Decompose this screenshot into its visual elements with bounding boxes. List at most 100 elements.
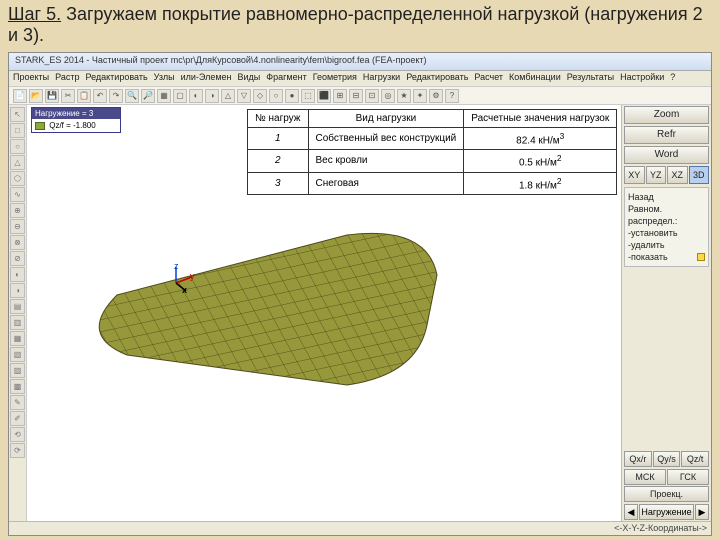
gsk-button[interactable]: ГСК xyxy=(667,469,709,485)
tool-button[interactable]: ⟳ xyxy=(10,443,25,458)
toolbar-button[interactable]: 📂 xyxy=(29,89,43,103)
statusbar: <-X-Y-Z-Координаты-> xyxy=(9,521,711,535)
menu-item[interactable]: Редактировать xyxy=(85,72,147,85)
load-ops-panel: Назад Равном. распредел.: -установить -у… xyxy=(624,187,709,267)
qy-button[interactable]: Qy/s xyxy=(653,451,681,467)
zoom-button[interactable]: Zoom xyxy=(624,106,709,124)
set-load-link[interactable]: -установить xyxy=(628,227,705,239)
tool-button[interactable]: ▦ xyxy=(10,331,25,346)
left-toolbox: ↖□○△⬡∿⊕⊖⊗⊘◐◑▤▥▦▧▨▩✎✐⟲⟳ xyxy=(9,105,27,521)
toolbar-button[interactable]: ▢ xyxy=(173,89,187,103)
toolbar-button[interactable]: ↶ xyxy=(93,89,107,103)
legend-swatch-icon xyxy=(35,122,45,130)
qx-button[interactable]: Qx/r xyxy=(624,451,652,467)
menu-item[interactable]: или-Элемен xyxy=(181,72,232,85)
show-load-link[interactable]: -показать xyxy=(628,251,705,263)
menu-item[interactable]: Результаты xyxy=(567,72,614,85)
toolbar-button[interactable]: ? xyxy=(445,89,459,103)
step-text: Загружаем покрытие равномерно-распределе… xyxy=(8,4,703,45)
back-link[interactable]: Назад xyxy=(628,191,705,203)
toolbar-button[interactable]: ◑ xyxy=(205,89,219,103)
view-yz-button[interactable]: YZ xyxy=(646,166,667,184)
toolbar-button[interactable]: ⊡ xyxy=(365,89,379,103)
tool-button[interactable]: ∿ xyxy=(10,187,25,202)
toolbar-button[interactable]: ▦ xyxy=(157,89,171,103)
toolbar-button[interactable]: ↷ xyxy=(109,89,123,103)
toolbar-button[interactable]: ◇ xyxy=(253,89,267,103)
tool-button[interactable]: ▥ xyxy=(10,315,25,330)
menu-item[interactable]: Настройки xyxy=(620,72,664,85)
toolbar-button[interactable]: ○ xyxy=(269,89,283,103)
tool-button[interactable]: ○ xyxy=(10,139,25,154)
toolbar-button[interactable]: ⊟ xyxy=(349,89,363,103)
mesh-model xyxy=(67,215,487,435)
msk-button[interactable]: МСК xyxy=(624,469,666,485)
tool-button[interactable]: ▩ xyxy=(10,379,25,394)
menu-item[interactable]: Редактировать xyxy=(406,72,468,85)
toolbar-button[interactable]: ◐ xyxy=(189,89,203,103)
delete-load-link[interactable]: -удалить xyxy=(628,239,705,251)
menu-item[interactable]: Проекты xyxy=(13,72,49,85)
menu-item[interactable]: Геометрия xyxy=(313,72,357,85)
tool-button[interactable]: ▧ xyxy=(10,347,25,362)
tool-button[interactable]: ⊖ xyxy=(10,219,25,234)
menu-item[interactable]: Узлы xyxy=(154,72,175,85)
canvas-area[interactable]: Нагружение = 3 Qz/f = -1.800 № нагруж Ви… xyxy=(27,105,621,521)
tool-button[interactable]: ◑ xyxy=(10,283,25,298)
refresh-button[interactable]: Refr xyxy=(624,126,709,144)
toolbar-button[interactable]: 🔎 xyxy=(141,89,155,103)
tool-button[interactable]: ✐ xyxy=(10,411,25,426)
menu-item[interactable]: Фрагмент xyxy=(266,72,306,85)
toolbar-button[interactable]: ● xyxy=(285,89,299,103)
step-prefix: Шаг 5. xyxy=(8,4,61,24)
table-row: 2Вес кровли0.5 кН/м2 xyxy=(248,150,617,172)
tool-button[interactable]: ↖ xyxy=(10,107,25,122)
view-xy-button[interactable]: XY xyxy=(624,166,645,184)
toolbar-button[interactable]: 📋 xyxy=(77,89,91,103)
toolbar-button[interactable]: △ xyxy=(221,89,235,103)
workspace: ↖□○△⬡∿⊕⊖⊗⊘◐◑▤▥▦▧▨▩✎✐⟲⟳ Нагружение = 3 Qz… xyxy=(9,105,711,521)
toolbar-button[interactable]: ★ xyxy=(397,89,411,103)
toolbar-button[interactable]: ⚙ xyxy=(429,89,443,103)
toolbar-button[interactable]: ✦ xyxy=(413,89,427,103)
toolbar-button[interactable]: ✂ xyxy=(61,89,75,103)
prev-loadcase-button[interactable]: ◀ xyxy=(624,504,638,520)
toolbar-button[interactable]: ◎ xyxy=(381,89,395,103)
toolbar-button[interactable]: ⊞ xyxy=(333,89,347,103)
tool-button[interactable]: ✎ xyxy=(10,395,25,410)
toolbar-button[interactable]: 📄 xyxy=(13,89,27,103)
loadcase-label[interactable]: Нагружение 3 xyxy=(639,504,694,520)
menu-item[interactable]: Расчет xyxy=(474,72,503,85)
tool-button[interactable]: ▨ xyxy=(10,363,25,378)
tool-button[interactable]: ⬡ xyxy=(10,171,25,186)
tool-button[interactable]: △ xyxy=(10,155,25,170)
qz-button[interactable]: Qz/t xyxy=(681,451,709,467)
proj-button[interactable]: Проекц. xyxy=(624,486,709,502)
word-button[interactable]: Word xyxy=(624,146,709,164)
view-3d-button[interactable]: 3D xyxy=(689,166,710,184)
tool-button[interactable]: ⟲ xyxy=(10,427,25,442)
menu-item[interactable]: Растр xyxy=(55,72,79,85)
toolbar-button[interactable]: ⬛ xyxy=(317,89,331,103)
toolbar-button[interactable]: 🔍 xyxy=(125,89,139,103)
view-xz-button[interactable]: XZ xyxy=(667,166,688,184)
menu-item[interactable]: Комбинации xyxy=(509,72,561,85)
tool-button[interactable]: ⊗ xyxy=(10,235,25,250)
tool-button[interactable]: ⊘ xyxy=(10,251,25,266)
tool-button[interactable]: ◐ xyxy=(10,267,25,282)
menu-item[interactable]: Нагрузки xyxy=(363,72,400,85)
legend-title: Нагружение = 3 xyxy=(32,108,120,119)
toolbar-button[interactable]: ⬚ xyxy=(301,89,315,103)
menu-item[interactable]: ? xyxy=(670,72,675,85)
toolbar-button[interactable]: 💾 xyxy=(45,89,59,103)
menu-item[interactable]: Виды xyxy=(238,72,261,85)
toolbar-button[interactable]: ▽ xyxy=(237,89,251,103)
cs-buttons: МСК ГСК Проекц. xyxy=(622,468,711,503)
right-panel: Zoom Refr Word XY YZ XZ 3D Назад Равном.… xyxy=(621,105,711,521)
tool-button[interactable]: ⊕ xyxy=(10,203,25,218)
next-loadcase-button[interactable]: ▶ xyxy=(695,504,709,520)
menubar[interactable]: Проекты Растр Редактировать Узлы или-Элемен В… xyxy=(9,71,711,87)
tool-button[interactable]: □ xyxy=(10,123,25,138)
view-row: XY YZ XZ 3D xyxy=(624,166,709,184)
tool-button[interactable]: ▤ xyxy=(10,299,25,314)
